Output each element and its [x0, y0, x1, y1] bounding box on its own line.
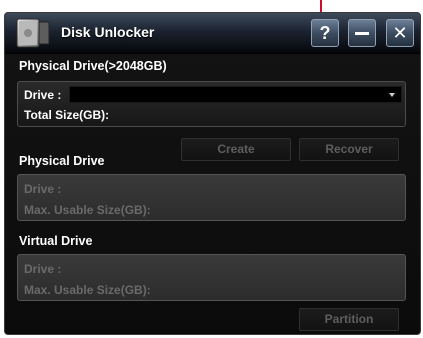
- large-drive-heading: Physical Drive(>2048GB): [19, 59, 167, 73]
- window-title: Disk Unlocker: [61, 24, 155, 40]
- disk-drive-icon: [16, 18, 50, 48]
- total-size-label: Total Size(GB):: [24, 108, 110, 122]
- large-drive-panel: Drive : Total Size(GB):: [17, 81, 406, 127]
- physical-drive-panel: Drive : Max. Usable Size(GB):: [17, 174, 406, 221]
- help-button[interactable]: ?: [311, 19, 339, 47]
- physical-drive-heading: Physical Drive: [19, 154, 105, 168]
- recover-button[interactable]: Recover: [299, 138, 399, 161]
- partition-button[interactable]: Partition: [299, 308, 399, 331]
- physical-drive-label: Drive :: [24, 182, 62, 196]
- title-bar[interactable]: Disk Unlocker ? ✕: [5, 13, 420, 54]
- disk-unlocker-window: Disk Unlocker ? ✕ Physical Drive(>2048GB…: [4, 12, 421, 335]
- virtual-drive-heading: Virtual Drive: [19, 234, 93, 248]
- chevron-down-icon[interactable]: [389, 93, 395, 97]
- minimize-button[interactable]: [348, 19, 376, 47]
- virtual-drive-label: Drive :: [24, 262, 62, 276]
- physical-max-size-label: Max. Usable Size(GB):: [24, 203, 151, 217]
- close-button[interactable]: ✕: [386, 19, 414, 47]
- virtual-drive-panel: Drive : Max. Usable Size(GB):: [17, 254, 406, 301]
- large-drive-label: Drive :: [24, 88, 62, 102]
- drive-select[interactable]: [69, 86, 402, 103]
- close-icon: ✕: [392, 23, 408, 43]
- virtual-max-size-label: Max. Usable Size(GB):: [24, 283, 151, 297]
- help-icon: ?: [319, 23, 331, 43]
- minimize-icon: [355, 32, 369, 35]
- create-button[interactable]: Create: [181, 138, 291, 161]
